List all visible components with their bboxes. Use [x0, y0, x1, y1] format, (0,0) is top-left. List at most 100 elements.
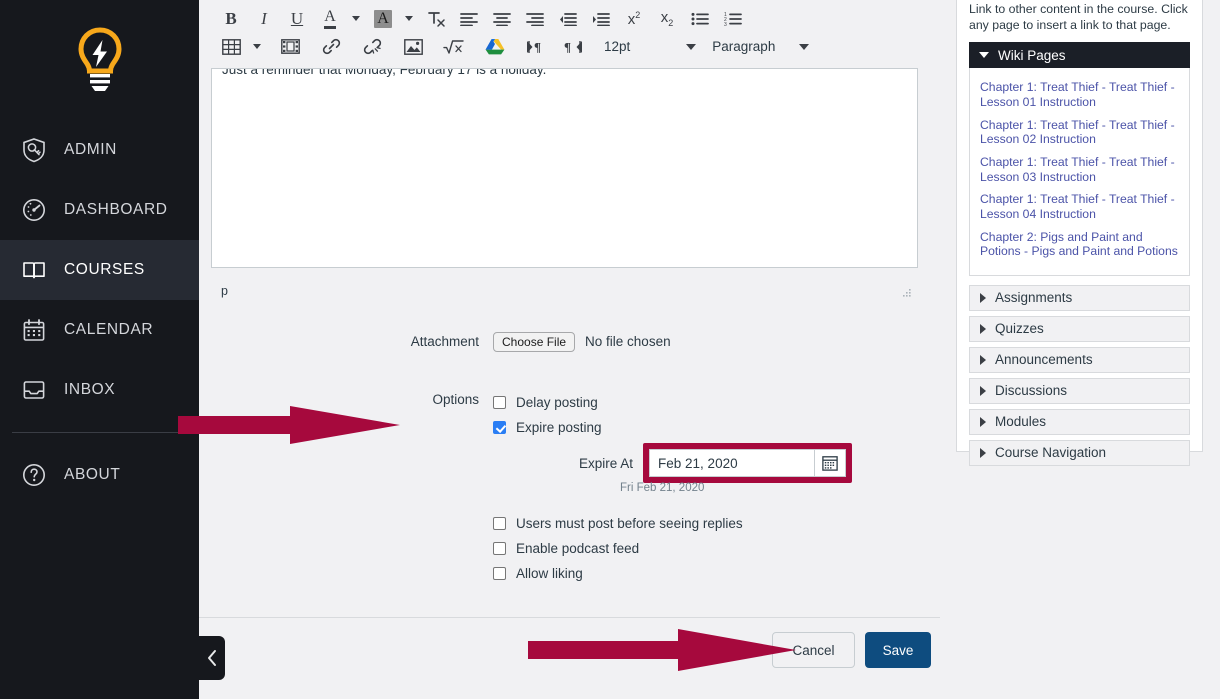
- option-label: Allow liking: [516, 566, 583, 581]
- accordion-discussions[interactable]: Discussions: [969, 377, 1190, 404]
- sidebar-item-label: COURSES: [64, 261, 145, 278]
- attachment-label: Attachment: [410, 334, 479, 349]
- option-enable-podcast-feed[interactable]: Enable podcast feed: [493, 536, 743, 561]
- global-navigation: ADMIN DASHBOARD COURSES CALENDAR INBOX A…: [0, 0, 199, 699]
- chevron-right-icon: [980, 323, 986, 334]
- text-color-button[interactable]: A: [316, 5, 344, 33]
- expire-at-row: Expire At Feb 21, 2020: [579, 443, 853, 483]
- wiki-pages-accordion-header[interactable]: Wiki Pages: [969, 42, 1190, 69]
- accordion-course-navigation[interactable]: Course Navigation: [969, 439, 1190, 466]
- resize-handle-icon[interactable]: [900, 285, 912, 297]
- option-label: Delay posting: [516, 395, 598, 410]
- link-button[interactable]: [317, 33, 345, 61]
- enable-podcast-feed-checkbox[interactable]: [493, 542, 506, 555]
- svg-text:3: 3: [724, 22, 727, 26]
- option-allow-liking[interactable]: Allow liking: [493, 561, 743, 586]
- font-size-select[interactable]: 12pt: [604, 33, 697, 61]
- media-button[interactable]: [276, 33, 304, 61]
- lightbulb-logo[interactable]: [0, 0, 199, 120]
- allow-liking-checkbox[interactable]: [493, 567, 506, 580]
- file-status-text: No file chosen: [585, 334, 671, 349]
- expire-at-label: Expire At: [579, 455, 634, 471]
- sidebar-item-dashboard[interactable]: DASHBOARD: [0, 180, 199, 240]
- sidebar-item-courses[interactable]: COURSES: [0, 240, 199, 300]
- course-links-sidebar: Link to other content in the course. Cli…: [940, 0, 1220, 699]
- collapse-nav-button[interactable]: [199, 636, 225, 680]
- sidebar-item-about[interactable]: ABOUT: [0, 445, 199, 505]
- option-users-must-post[interactable]: Users must post before seeing replies: [493, 511, 743, 536]
- editor-content-area[interactable]: Just a reminder that Monday, February 17…: [211, 68, 918, 268]
- editor-element-path: p: [221, 284, 228, 298]
- users-must-post-checkbox[interactable]: [493, 517, 506, 530]
- numbered-list-button[interactable]: 123: [719, 5, 747, 33]
- equation-button[interactable]: [440, 33, 468, 61]
- accordion-assignments[interactable]: Assignments: [969, 284, 1190, 311]
- save-button[interactable]: Save: [865, 632, 931, 668]
- highlight-color-button[interactable]: A: [369, 5, 397, 33]
- list-item[interactable]: Chapter 1: Treat Thief - Treat Thief - L…: [980, 192, 1179, 221]
- subscript-button[interactable]: x2: [653, 5, 681, 33]
- accordion-modules[interactable]: Modules: [969, 408, 1190, 435]
- list-item[interactable]: Chapter 1: Treat Thief - Treat Thief - L…: [980, 118, 1179, 147]
- option-delay-posting[interactable]: Delay posting: [493, 390, 743, 415]
- clear-formatting-button[interactable]: [422, 5, 450, 33]
- delay-posting-checkbox[interactable]: [493, 396, 506, 409]
- expire-at-hint: Fri Feb 21, 2020: [620, 482, 705, 494]
- choose-file-button[interactable]: Choose File: [493, 332, 576, 352]
- nav-divider: [12, 432, 187, 433]
- wiki-pages-list: Chapter 1: Treat Thief - Treat Thief - L…: [969, 68, 1190, 276]
- sidebar-item-admin[interactable]: ADMIN: [0, 120, 199, 180]
- italic-button[interactable]: I: [250, 5, 278, 33]
- accordion-label: Discussions: [995, 383, 1068, 399]
- footer-divider: [199, 617, 940, 618]
- align-center-button[interactable]: [488, 5, 516, 33]
- sidebar-item-calendar[interactable]: CALENDAR: [0, 300, 199, 360]
- table-button[interactable]: [217, 33, 245, 61]
- chevron-right-icon: [980, 292, 986, 303]
- chevron-right-icon: [980, 447, 986, 458]
- cancel-button[interactable]: Cancel: [772, 632, 855, 668]
- link-help-text: Link to other content in the course. Cli…: [969, 2, 1188, 33]
- list-item[interactable]: Chapter 2: Pigs and Paint and Potions - …: [980, 230, 1179, 259]
- block-format-select[interactable]: Paragraph: [712, 33, 810, 61]
- list-item[interactable]: Chapter 1: Treat Thief - Treat Thief - L…: [980, 80, 1179, 109]
- superscript-button[interactable]: x2: [620, 5, 648, 33]
- option-label: Expire posting: [516, 420, 602, 435]
- image-button[interactable]: [399, 33, 427, 61]
- unlink-button[interactable]: [358, 33, 386, 61]
- text-color-chevron-down-icon[interactable]: [349, 5, 363, 33]
- google-drive-button[interactable]: [481, 33, 509, 61]
- block-format-chevron-down-icon: [799, 43, 810, 50]
- list-item[interactable]: Chapter 1: Treat Thief - Treat Thief - L…: [980, 155, 1179, 184]
- expire-at-input[interactable]: Feb 21, 2020: [649, 449, 815, 477]
- accordion-announcements[interactable]: Announcements: [969, 346, 1190, 373]
- editor-status-bar: p: [211, 270, 918, 312]
- expire-posting-checkbox[interactable]: [493, 421, 506, 434]
- option-expire-posting[interactable]: Expire posting: [493, 415, 743, 440]
- bulleted-list-button[interactable]: [686, 5, 714, 33]
- chevron-right-icon: [980, 354, 986, 365]
- sidebar-item-inbox[interactable]: INBOX: [0, 360, 199, 420]
- expire-at-highlight-box: Feb 21, 2020: [643, 443, 853, 483]
- svg-text:¶: ¶: [564, 39, 571, 54]
- highlight-color-chevron-down-icon[interactable]: [402, 5, 416, 33]
- outdent-button[interactable]: [554, 5, 582, 33]
- accordion-label: Course Navigation: [995, 445, 1107, 461]
- indent-button[interactable]: [587, 5, 615, 33]
- bold-button[interactable]: B: [217, 5, 245, 33]
- book-icon: [20, 256, 48, 284]
- table-chevron-down-icon[interactable]: [250, 33, 264, 61]
- calendar-icon[interactable]: [814, 449, 847, 477]
- underline-button[interactable]: U: [283, 5, 311, 33]
- sidebar-item-label: INBOX: [64, 381, 116, 398]
- global-nav-list: ADMIN DASHBOARD COURSES CALENDAR INBOX A…: [0, 120, 199, 505]
- rich-content-editor-toolbar: B I U A A x2 x2 1 2 3 ¶ ¶ 12pt Paragraph: [199, 0, 940, 68]
- accordion-quizzes[interactable]: Quizzes: [969, 315, 1190, 342]
- align-right-button[interactable]: [521, 5, 549, 33]
- ltr-direction-button[interactable]: ¶: [522, 33, 550, 61]
- align-left-button[interactable]: [455, 5, 483, 33]
- font-size-chevron-down-icon: [686, 43, 697, 50]
- footer-actions: Cancel Save: [772, 632, 931, 668]
- rtl-direction-button[interactable]: ¶: [559, 33, 587, 61]
- accordion-label: Announcements: [995, 352, 1093, 368]
